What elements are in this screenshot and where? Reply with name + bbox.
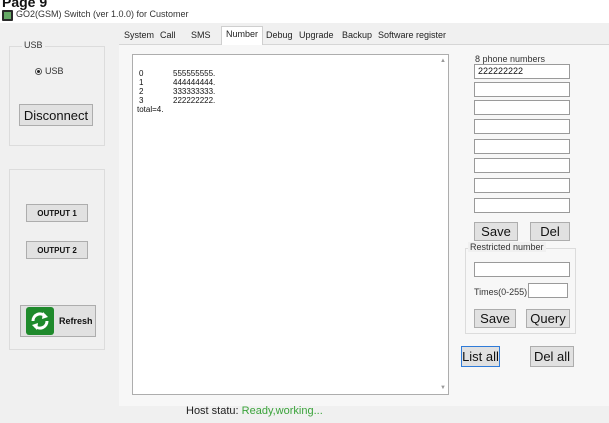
usb-group-label: USB <box>22 40 45 50</box>
tab-system[interactable]: System <box>120 28 158 44</box>
phone-number-field-3[interactable] <box>474 100 570 115</box>
del-all-button[interactable]: Del all <box>530 346 574 367</box>
app-icon <box>2 10 13 21</box>
phone-number-field-5[interactable] <box>474 139 570 154</box>
title-bar: GO2(GSM) Switch (ver 1.0.0) for Customer <box>0 7 609 23</box>
phone-number-field-2[interactable] <box>474 82 570 97</box>
list-item-index: 3 <box>139 96 144 105</box>
phone-number-field-8[interactable] <box>474 198 570 213</box>
list-item-index: 1 <box>139 78 144 87</box>
number-listbox[interactable]: ▲ ▼ 0 555555555. 1 444444444. 2 33333333… <box>132 54 449 395</box>
del-number-button[interactable]: Del <box>530 222 570 241</box>
list-item-number: 222222222. <box>173 96 216 105</box>
tab-call[interactable]: Call <box>156 28 180 44</box>
window-title: GO2(GSM) Switch (ver 1.0.0) for Customer <box>16 9 189 19</box>
status-bar: Host statu: Ready,working... <box>186 405 323 417</box>
list-all-button[interactable]: List all <box>461 346 500 367</box>
query-button[interactable]: Query <box>526 309 570 328</box>
status-prefix: Host statu: <box>186 405 239 417</box>
list-item-number: 444444444. <box>173 78 216 87</box>
tab-software-register[interactable]: Software register <box>374 28 450 44</box>
output2-button[interactable]: OUTPUT 2 <box>26 241 88 259</box>
list-item-number: 333333333. <box>173 87 216 96</box>
total-count: total=4. <box>137 105 164 114</box>
list-item-index: 0 <box>139 69 144 78</box>
refresh-label: Refresh <box>59 316 93 326</box>
list-item-number: 555555555. <box>173 69 216 78</box>
tab-sms[interactable]: SMS <box>187 28 215 44</box>
restricted-group-label: Restricted number <box>468 242 546 252</box>
save-numbers-button[interactable]: Save <box>474 222 518 241</box>
restricted-save-button[interactable]: Save <box>474 309 516 328</box>
tab-upgrade[interactable]: Upgrade <box>295 28 338 44</box>
phone-number-field-4[interactable] <box>474 119 570 134</box>
phone-number-field-1[interactable]: 222222222 <box>474 64 570 79</box>
refresh-button[interactable]: Refresh <box>20 305 96 337</box>
tab-number[interactable]: Number <box>221 26 264 45</box>
output1-button[interactable]: OUTPUT 1 <box>26 204 88 222</box>
times-label: Times(0-255) <box>474 287 528 297</box>
scroll-up-icon[interactable]: ▲ <box>440 58 446 64</box>
phone-number-field-7[interactable] <box>474 178 570 193</box>
tab-debug[interactable]: Debug <box>262 28 297 44</box>
usb-group <box>9 46 105 146</box>
times-field[interactable] <box>528 283 568 298</box>
status-value: Ready,working... <box>241 405 323 417</box>
disconnect-button[interactable]: Disconnect <box>19 104 93 126</box>
phone-numbers-label: 8 phone numbers <box>475 54 546 64</box>
phone-number-field-6[interactable] <box>474 158 570 173</box>
usb-radio[interactable] <box>35 68 42 75</box>
restricted-number-field[interactable] <box>474 262 570 277</box>
scroll-down-icon[interactable]: ▼ <box>440 385 446 391</box>
refresh-icon <box>26 307 54 335</box>
usb-radio-label[interactable]: USB <box>45 66 64 76</box>
tab-backup[interactable]: Backup <box>338 28 376 44</box>
list-item-index: 2 <box>139 87 144 96</box>
